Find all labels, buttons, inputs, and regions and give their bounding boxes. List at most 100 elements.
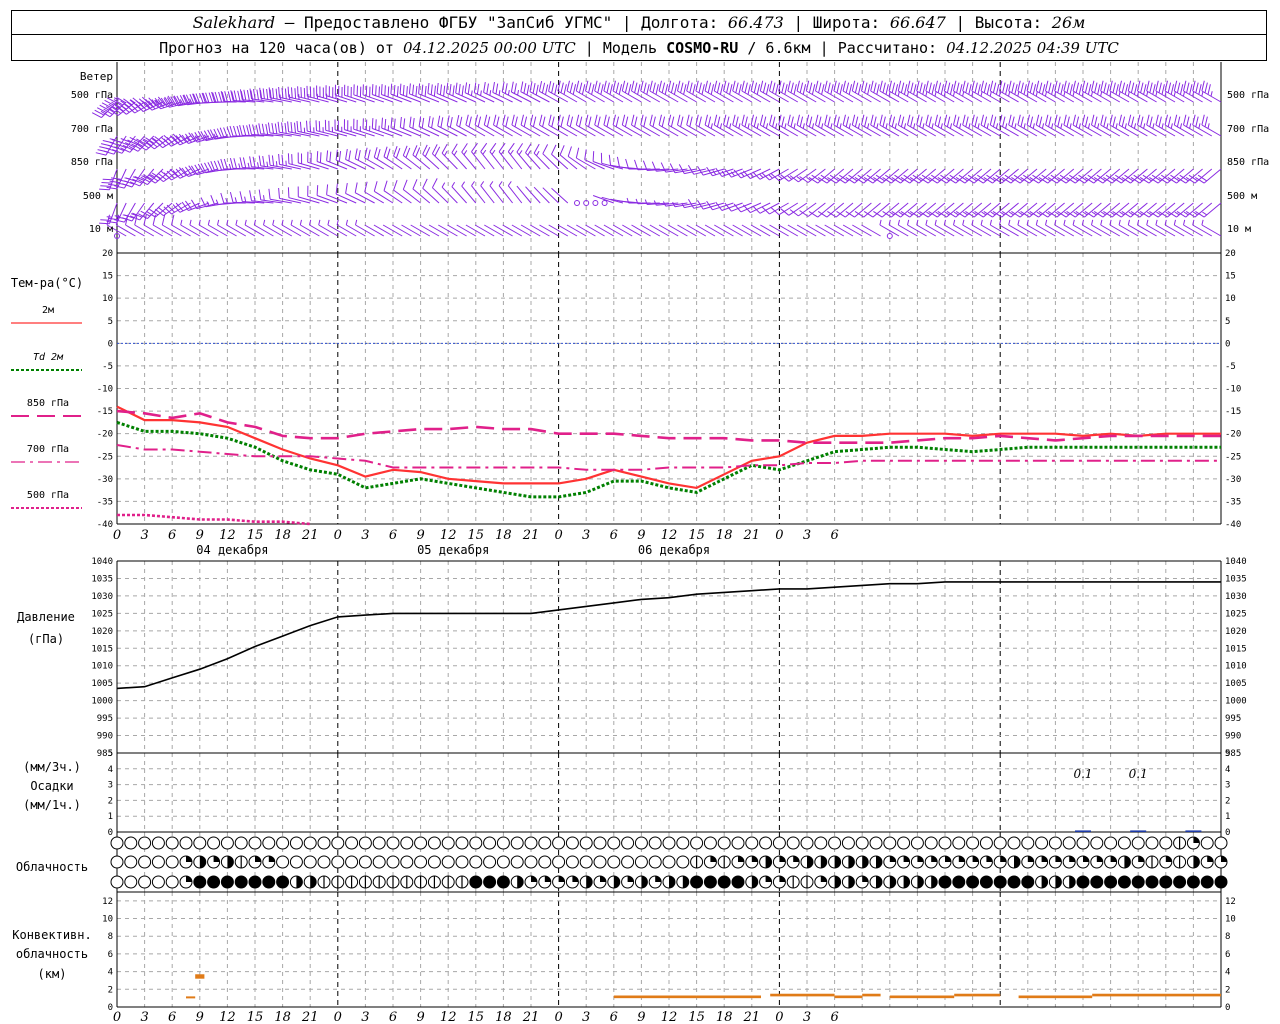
cloud-cover-mark <box>917 856 924 862</box>
wind-barb <box>447 224 467 237</box>
x-tick-label-bottom: 12 <box>219 1010 236 1024</box>
precip-annotation: 0.1 <box>1073 767 1092 781</box>
cloud-cover-mark <box>655 876 662 882</box>
temp-tick-left: 0 <box>108 339 113 349</box>
cloud-cover-mark <box>972 856 979 862</box>
wind-barb <box>1158 202 1185 218</box>
x-tick-label: 21 <box>301 528 319 543</box>
cloud-cover-circle <box>1117 875 1131 889</box>
cloud-cover-circle <box>883 836 897 850</box>
cloud-cover-mark <box>876 856 882 868</box>
pressure-tick-left: 1040 <box>91 557 113 567</box>
day-label: 05 декабря <box>417 543 489 557</box>
cloud-cover-circle <box>441 836 455 850</box>
cloud-cover-circle <box>151 855 165 869</box>
wind-barb <box>1020 202 1047 218</box>
wind-barb <box>1195 168 1222 184</box>
cloud-cover-circle <box>1090 875 1104 889</box>
legend-500: 500 гПа <box>27 490 69 501</box>
cloud-cover-circle <box>345 855 359 869</box>
cloud-cover-circle <box>276 855 290 869</box>
convective-segment <box>889 995 955 999</box>
wind-barb <box>567 146 587 170</box>
cloud-cover-mark <box>917 876 924 888</box>
cloud-cover-circle <box>1090 836 1104 850</box>
conv-unit: (км) <box>38 967 67 981</box>
cloud-cover-mark <box>600 876 606 882</box>
cloud-cover-mark <box>931 856 938 862</box>
temp-tick-right: -20 <box>1225 430 1241 440</box>
conv-tick-right: 0 <box>1225 1003 1230 1013</box>
cloud-cover-mark <box>834 856 841 868</box>
legend-700: 700 гПа <box>27 444 69 455</box>
x-tick-label-bottom: 9 <box>196 1010 204 1024</box>
wind-barb <box>796 224 817 237</box>
wind-barb <box>992 202 1019 218</box>
cloud-cover-circle <box>717 836 731 850</box>
precip-tick-left: 0 <box>108 828 113 838</box>
cloud-cover-circle <box>800 836 814 850</box>
cloud-cover-circle <box>1214 836 1228 850</box>
cloud-cover-circle <box>717 875 731 889</box>
wind-barb <box>1029 202 1056 218</box>
cloud-cover-circle <box>1007 836 1021 850</box>
temp-tick-right: -10 <box>1225 385 1241 395</box>
cloud-cover-circle <box>593 836 607 850</box>
convective-segment <box>862 993 881 997</box>
wind-barb <box>364 224 385 237</box>
wind-barb <box>1093 202 1121 218</box>
cloud-cover-circle <box>331 836 345 850</box>
cloud-cover-circle <box>469 836 483 850</box>
cloud-cover-mark <box>1041 856 1048 862</box>
cloud-cover-circle <box>979 875 993 889</box>
wind-barb <box>937 202 964 218</box>
temp-tick-right: -40 <box>1225 520 1241 530</box>
cloud-cover-circle <box>207 875 221 889</box>
wind-barb <box>585 224 605 237</box>
cloud-cover-circle <box>1117 836 1131 850</box>
cloud-cover-circle <box>276 836 290 850</box>
cloud-cover-mark <box>1124 856 1131 868</box>
wind-barb <box>900 202 927 218</box>
cloud-cover-circle <box>662 855 676 869</box>
x-tick-label: 18 <box>716 528 733 543</box>
cloud-cover-circle <box>1104 875 1118 889</box>
cloud-cover-circle <box>552 855 566 869</box>
cloud-cover-mark <box>889 856 896 862</box>
wind-barb <box>392 224 412 237</box>
wind-barb <box>741 224 762 237</box>
cloud-cover-mark <box>820 856 827 868</box>
cloud-cover-mark <box>1041 876 1048 888</box>
wind-barb <box>612 224 633 237</box>
wind-barb <box>1195 202 1222 218</box>
pressure-tick-left: 1025 <box>91 609 113 619</box>
cloud-cover-circle <box>124 836 138 850</box>
wind-barb <box>882 202 909 218</box>
temp-title: Тем-ра(°C) <box>11 276 83 290</box>
cloud-cover-mark <box>765 876 772 882</box>
cloud-cover-circle <box>193 836 207 850</box>
cloud-cover-mark <box>227 856 234 868</box>
conv-tick-left: 8 <box>108 932 113 942</box>
precip-bar <box>1075 830 1091 832</box>
cloud-cover-mark <box>903 856 910 862</box>
temp-tick-right: -5 <box>1225 362 1236 372</box>
temp-tick-left: -30 <box>97 475 113 485</box>
wind-barb <box>732 224 753 237</box>
cloud-cover-circle <box>621 836 635 850</box>
x-tick-label-bottom: 12 <box>440 1010 457 1024</box>
x-tick-label: 3 <box>582 528 590 543</box>
x-tick-label: 21 <box>743 528 761 543</box>
cloud-cover-mark <box>613 876 620 888</box>
cloud-cover-circle <box>869 836 883 850</box>
cloud-cover-circle <box>455 855 469 869</box>
cloud-cover-circle <box>427 836 441 850</box>
wind-barb <box>493 224 513 237</box>
cloud-cover-circle <box>897 836 911 850</box>
wind-barb <box>465 224 486 237</box>
convective-segment <box>613 995 697 999</box>
cloud-cover-circle <box>579 855 593 869</box>
wind-barb <box>928 202 955 218</box>
convective-segment <box>1018 995 1093 999</box>
pressure-tick-left: 990 <box>97 732 113 742</box>
